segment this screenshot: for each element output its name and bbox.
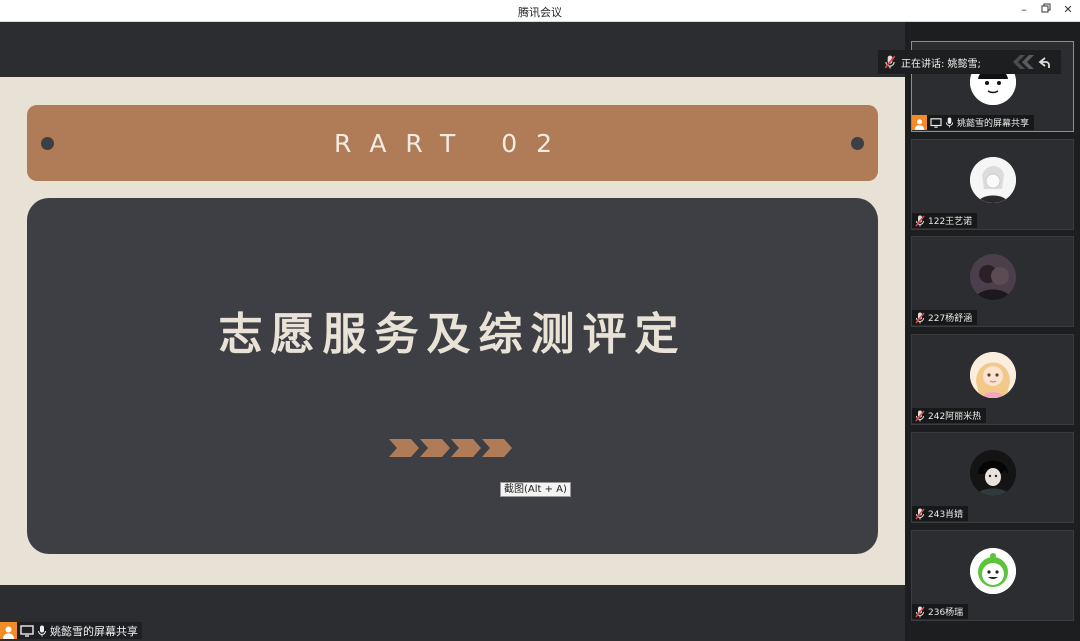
tile-namebar: 姚懿雪的屏幕共享 <box>912 115 1035 130</box>
slide-headline: 志愿服务及综测评定 <box>218 309 687 360</box>
speaking-label: 正在讲话: 姚懿雪; <box>901 58 981 70</box>
speaking-indicator: 正在讲话: 姚懿雪; <box>878 50 1061 74</box>
collapse-panel-icon[interactable] <box>1011 54 1051 70</box>
screen-share-icon <box>930 117 942 128</box>
participant-tile[interactable]: 242阿丽米热 <box>911 334 1074 425</box>
screenshot-tooltip: 截图(Alt + A) <box>500 482 571 497</box>
participant-name: 姚懿雪的屏幕共享 <box>957 119 1030 129</box>
participant-tile[interactable]: 122王艺诺 <box>911 139 1074 230</box>
participant-tile[interactable]: 227杨舒涵 <box>911 236 1074 327</box>
screen-share-label: 姚懿雪的屏幕共享 <box>0 622 142 639</box>
participant-tile[interactable]: 243肖婧 <box>911 432 1074 523</box>
mic-icon <box>945 117 954 128</box>
restore-icon[interactable] <box>1038 3 1054 16</box>
tile-namebar: 236杨瑞 <box>912 604 969 619</box>
screen-share-icon <box>20 624 34 637</box>
mic-muted-icon <box>915 606 925 617</box>
screen-share-name: 姚懿雪的屏幕共享 <box>50 624 138 638</box>
person-icon <box>912 115 927 130</box>
chevron-arrows-icon <box>389 439 512 457</box>
mic-muted-icon <box>915 410 925 421</box>
participant-name: 242阿丽米热 <box>928 412 982 422</box>
window-title: 腾讯会议 <box>518 6 562 19</box>
mic-muted-icon <box>915 508 925 519</box>
mic-muted-icon <box>915 312 925 323</box>
slide-banner: RART 02 <box>27 105 878 181</box>
tile-namebar: 227杨舒涵 <box>912 310 978 325</box>
tile-namebar: 242阿丽米热 <box>912 408 987 423</box>
participant-name: 243肖婧 <box>928 510 964 520</box>
avatar <box>970 450 1016 496</box>
avatar <box>970 157 1016 203</box>
avatar <box>970 254 1016 300</box>
participant-name: 122王艺诺 <box>928 217 973 227</box>
tile-namebar: 122王艺诺 <box>912 213 978 228</box>
close-icon[interactable]: ✕ <box>1060 3 1076 16</box>
banner-text: RART 02 <box>333 129 572 158</box>
mic-muted-icon <box>884 55 896 69</box>
avatar <box>970 548 1016 594</box>
mic-muted-icon <box>915 215 925 226</box>
mic-icon <box>38 625 46 636</box>
participant-name: 236杨瑞 <box>928 608 964 618</box>
minimize-icon[interactable]: – <box>1016 3 1032 16</box>
avatar <box>970 352 1016 398</box>
person-icon <box>0 622 17 639</box>
participant-tile[interactable]: 236杨瑞 <box>911 530 1074 621</box>
slide-card: 志愿服务及综测评定 <box>27 198 878 554</box>
tile-namebar: 243肖婧 <box>912 506 969 521</box>
participant-name: 227杨舒涵 <box>928 314 973 324</box>
title-bar: 腾讯会议 – ✕ <box>0 0 1080 22</box>
